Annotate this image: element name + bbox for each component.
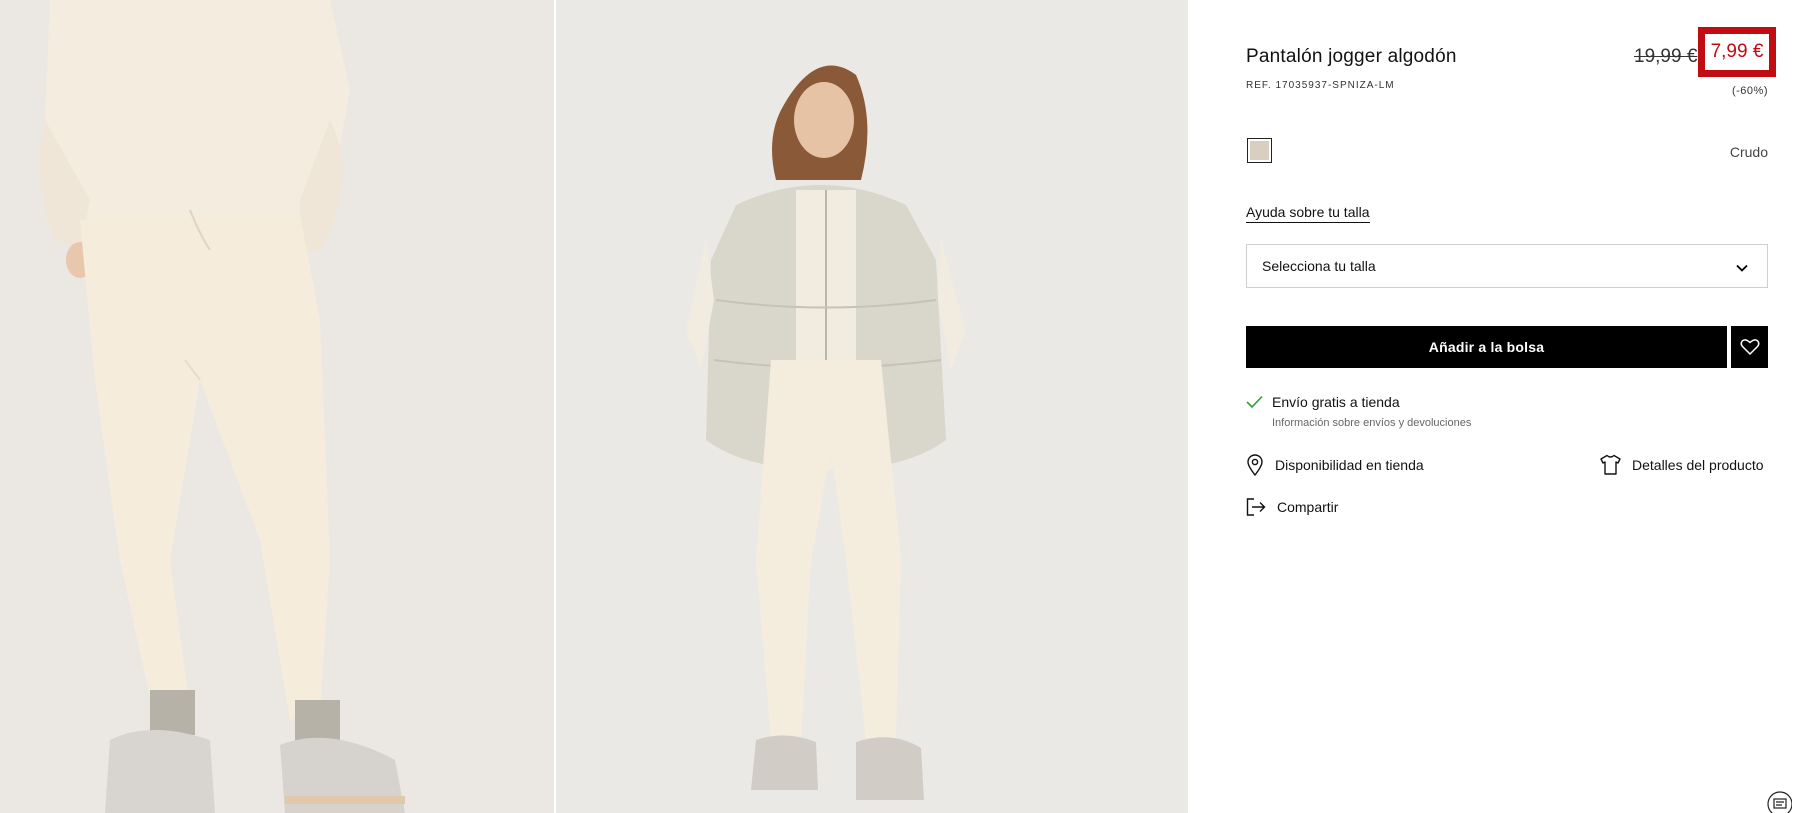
product-photo-full-body [556, 0, 1188, 813]
color-swatch[interactable] [1247, 138, 1272, 163]
color-name: Crudo [1729, 144, 1768, 160]
store-availability-label: Disponibilidad en tienda [1275, 457, 1424, 473]
sale-price-highlight: 7,99 € [1698, 27, 1776, 77]
free-shipping: Envío gratis a tienda [1246, 394, 1400, 410]
product-page: Pantalón jogger algodón REF. 17035937-SP… [0, 0, 1797, 813]
sale-price: 7,99 € [1710, 41, 1764, 62]
share-label: Compartir [1277, 499, 1339, 515]
product-details-label: Detalles del producto [1632, 456, 1764, 473]
size-select[interactable]: Selecciona tu talla [1246, 244, 1768, 288]
product-title: Pantalón jogger algodón [1246, 46, 1457, 67]
size-help-link[interactable]: Ayuda sobre tu talla [1246, 204, 1370, 223]
product-photo-closeup [0, 0, 554, 813]
original-price: 19,99 € [1634, 46, 1698, 67]
shipping-info-link[interactable]: Información sobre envíos y devoluciones [1272, 417, 1471, 429]
add-to-bag-button[interactable]: Añadir a la bolsa [1246, 326, 1727, 368]
share-link[interactable]: Compartir [1246, 498, 1338, 516]
store-availability-link[interactable]: Disponibilidad en tienda [1246, 454, 1424, 476]
free-shipping-label: Envío gratis a tienda [1272, 394, 1400, 410]
share-icon [1246, 498, 1266, 516]
color-swatch-fill [1250, 141, 1269, 160]
location-pin-icon [1247, 454, 1263, 476]
discount-percentage: (-60%) [1731, 85, 1768, 97]
tshirt-icon [1600, 454, 1621, 475]
product-image-2[interactable] [556, 0, 1188, 813]
product-image-1[interactable] [0, 0, 554, 813]
size-select-placeholder: Selecciona tu talla [1262, 258, 1376, 274]
product-details-link[interactable]: Detalles del producto [1600, 454, 1764, 475]
favorite-button[interactable] [1731, 326, 1768, 368]
heart-icon [1740, 339, 1759, 356]
chat-icon[interactable] [1766, 790, 1792, 813]
product-reference: REF. 17035937-SPNIZA-LM [1246, 80, 1395, 91]
chevron-down-icon [1736, 264, 1748, 272]
check-icon [1246, 395, 1263, 409]
